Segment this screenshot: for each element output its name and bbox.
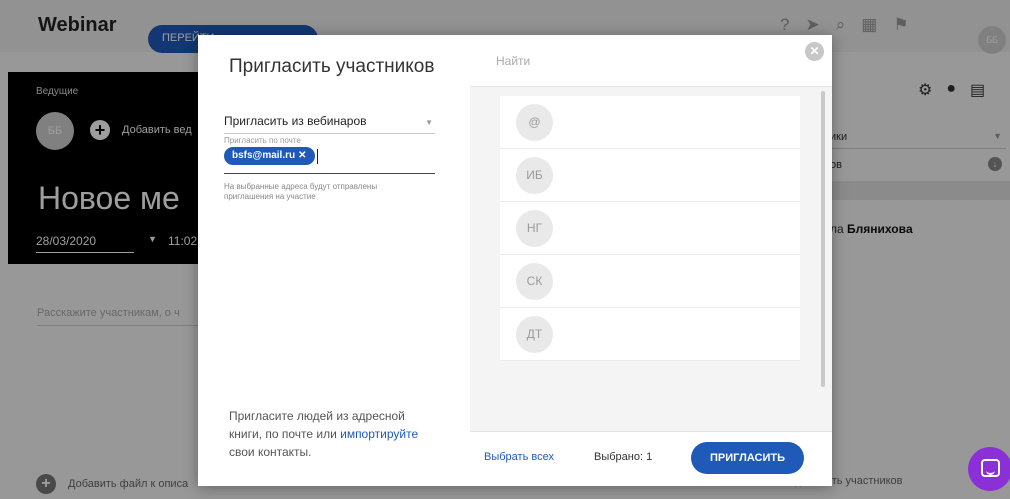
import-contacts-link[interactable]: импортируйте (340, 427, 418, 441)
help-text-end: свои контакты. (229, 445, 312, 459)
invite-button[interactable]: ПРИГЛАСИТЬ (691, 442, 804, 474)
chip-remove-icon[interactable]: ✕ (298, 150, 306, 161)
select-all-link[interactable]: Выбрать всех (484, 451, 554, 463)
contact-avatar: ИБ (516, 157, 553, 194)
invite-modal: Пригласить участников Пригласить из веби… (198, 35, 832, 486)
invite-help-text: Пригласите людей из адресной книги, по п… (229, 407, 429, 461)
email-hint: На выбранные адреса будут отправлены при… (224, 182, 378, 201)
chat-widget-button[interactable] (968, 447, 1010, 491)
modal-title: Пригласить участников (229, 56, 435, 77)
email-field[interactable]: bsfs@mail.ru ✕ (224, 146, 435, 174)
contact-avatar: @ (516, 104, 553, 141)
webinar-source-value: Пригласить из вебинаров (224, 114, 367, 128)
webinar-source-select[interactable]: Пригласить из вебинаров ▼ (224, 114, 435, 134)
close-icon[interactable]: ✕ (805, 42, 824, 61)
email-label: Пригласить по почте (224, 136, 301, 145)
email-chip[interactable]: bsfs@mail.ru ✕ (224, 147, 315, 165)
contacts-scrollbar[interactable] (820, 89, 826, 429)
contacts-search-input[interactable] (494, 51, 784, 71)
contact-item[interactable]: @ (500, 96, 800, 149)
modal-footer: Выбрать всех Выбрано: 1 ПРИГЛАСИТЬ (470, 431, 832, 486)
contacts-panel: @ ИБ НГ СК ДТ Выбрать всех Выбрано: 1 ПР… (470, 35, 832, 486)
contacts-list: @ ИБ НГ СК ДТ (500, 96, 800, 361)
email-chip-label: bsfs@mail.ru (232, 150, 296, 161)
contact-avatar: ДТ (516, 316, 553, 353)
chevron-down-icon: ▼ (425, 118, 433, 127)
contacts-search (470, 35, 832, 87)
contact-avatar: СК (516, 263, 553, 300)
chat-icon (981, 459, 1000, 477)
contact-item[interactable]: ДТ (500, 308, 800, 361)
contact-avatar: НГ (516, 210, 553, 247)
contact-item[interactable]: СК (500, 255, 800, 308)
contact-item[interactable]: ИБ (500, 149, 800, 202)
selected-count: Выбрано: 1 (594, 451, 653, 463)
scrollbar-thumb[interactable] (821, 91, 825, 387)
contact-item[interactable]: НГ (500, 202, 800, 255)
invite-left-panel: Пригласить участников Пригласить из веби… (198, 35, 468, 486)
text-cursor (317, 149, 318, 164)
